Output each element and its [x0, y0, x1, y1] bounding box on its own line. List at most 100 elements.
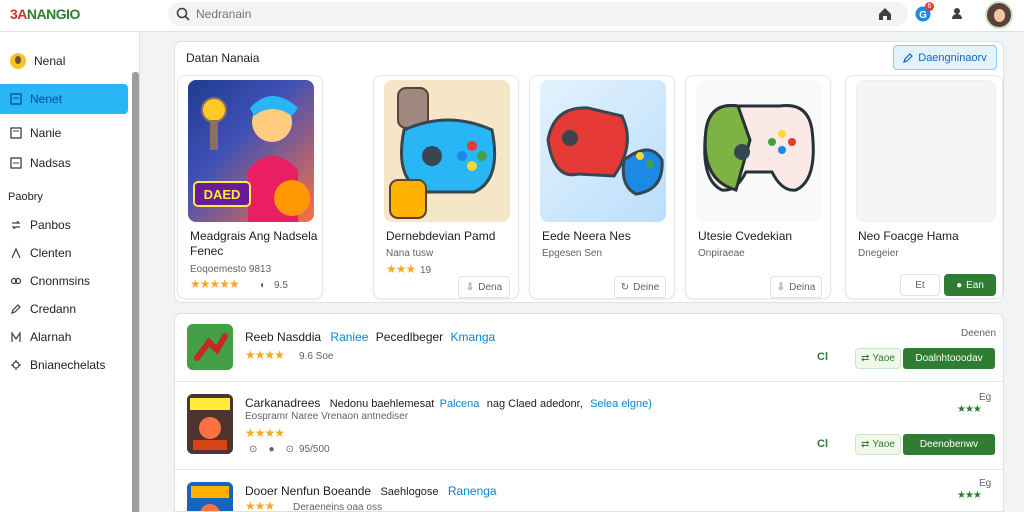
rating-stars: ★★★★★: [190, 277, 240, 291]
game-name: Meadgrais Ang Nadsela Fenec: [190, 229, 318, 258]
sidebar-item-label: Nadsas: [30, 156, 71, 170]
row-title: Dooer Nenfun Boeande Saehlogose Ranenga: [245, 484, 497, 498]
sidebar-section-title: Paobry: [8, 191, 43, 203]
sidebar-item-cnonmsins[interactable]: Cnonmsins: [0, 266, 128, 296]
row-stats: 9.6 Soe: [299, 351, 334, 362]
scrollbar-thumb[interactable]: [132, 72, 139, 512]
card-action-button[interactable]: ⇩ Dena: [458, 276, 510, 298]
game-card[interactable]: DAED Meadgrais Ang Nadsela Fenec Eoqoeme…: [177, 75, 323, 299]
search-icon: [176, 7, 190, 21]
list-item[interactable]: Carkanadrees Nedonu baehlemesat Palcena …: [175, 382, 1003, 470]
game-name: Utesie Cvedekian: [698, 229, 793, 243]
review-count: 19: [420, 265, 432, 276]
row-install-button[interactable]: Doalnhtooodav: [903, 348, 995, 369]
row-badge: Cl: [817, 351, 828, 363]
globe-icon: ◐: [260, 280, 267, 291]
gamepad-art-image: [546, 106, 664, 196]
card-secondary-button[interactable]: Et: [900, 274, 940, 296]
row-title: Reeb Nasddia Raniee Pecedlbeger Kmanga: [245, 330, 495, 344]
game-art-controller-green: [696, 80, 822, 222]
row-tag2[interactable]: Kmanga: [451, 330, 496, 344]
game-art-controller-red: [540, 80, 666, 222]
game-name: Dernebdevian Pamd: [386, 229, 496, 243]
row-right-stars: ★★★: [957, 490, 982, 501]
card-action-button[interactable]: ↻ Deine: [614, 276, 666, 298]
sidebar: Nenal Nenet Nanie Nadsas Paobry Panbos C…: [0, 32, 140, 512]
game-card[interactable]: Eede Neera Nes Epgesen Sen ↻ Deine: [529, 75, 675, 299]
game-meta: Eoqoemesto 9813: [190, 264, 272, 275]
home-icon[interactable]: [876, 5, 894, 23]
svg-text:DAED: DAED: [204, 187, 241, 202]
share-icon: ⇄: [860, 353, 870, 364]
game-name: Eede Neera Nes: [542, 229, 631, 243]
row-tag[interactable]: Raniee: [330, 330, 368, 344]
row-title-text: Dooer Nenfun Boeande: [245, 484, 372, 498]
row-tag2[interactable]: Palcena: [440, 398, 480, 410]
featured-panel: Datan Nanaia Daengninaorv DAED Meadgrais…: [174, 41, 1004, 303]
featured-action-button[interactable]: Daengninaorv: [893, 45, 997, 70]
sidebar-item-label: Bnianechelats: [30, 358, 106, 372]
sidebar-user[interactable]: Nenal: [0, 46, 128, 76]
sidebar-item-nanie[interactable]: Nanie: [0, 118, 128, 148]
row-title-text: Reeb Nasddia: [245, 330, 322, 344]
game-meta: Nana tusw: [386, 248, 434, 259]
list-item[interactable]: Dooer Nenfun Boeande Saehlogose Ranenga …: [175, 470, 1003, 512]
sidebar-item-nenet[interactable]: Nenet: [0, 84, 128, 114]
row-middle: Saehlogose: [380, 486, 439, 498]
card-action-button[interactable]: ⇩ Deina: [770, 276, 822, 298]
card-primary-label: Ean: [966, 279, 984, 291]
game-meta: Onpiraeae: [698, 248, 745, 259]
triangle-icon: [11, 247, 21, 259]
app-logo[interactable]: 3ANANGIO: [10, 6, 80, 22]
game-card[interactable]: Dernebdevian Pamd Nana tusw ★★★ 19 ⇩ Den…: [373, 75, 519, 299]
search-input[interactable]: [196, 5, 796, 23]
sidebar-item-nadsas[interactable]: Nadsas: [0, 148, 128, 178]
rating-stars: ★★★★: [245, 426, 285, 440]
sidebar-item-clenten[interactable]: Clenten: [0, 238, 128, 268]
sidebar-item-label: Credann: [30, 302, 77, 316]
sidebar-item-credann[interactable]: Credann: [0, 294, 128, 324]
row-right-stars: ★★★: [957, 404, 982, 415]
list-item[interactable]: Reeb Nasddia Raniee Pecedlbeger Kmanga ★…: [175, 314, 1003, 382]
card-primary-button[interactable]: ● Ean: [944, 274, 996, 296]
game-art-placeholder: [856, 80, 996, 222]
square-icon: [10, 93, 22, 105]
sidebar-item-alarnah[interactable]: Alarnah: [0, 322, 128, 352]
box-icon: [10, 157, 22, 169]
chart-icon: [11, 331, 21, 342]
row-small-button[interactable]: ⇄ Yaoe: [855, 434, 901, 455]
user-avatar[interactable]: [985, 1, 1013, 29]
top-bar: 3ANANGIO G 6: [0, 0, 1024, 32]
sidebar-user-name: Nenal: [34, 54, 66, 68]
svg-text:G: G: [919, 10, 927, 21]
sidebar-item-label: Cnonmsins: [30, 274, 91, 288]
search-bar[interactable]: [168, 2, 908, 26]
row-right-label: Eg: [979, 392, 992, 403]
user-avatar-small-icon: [10, 53, 26, 69]
row-title: Carkanadrees Nedonu baehlemesat Palcena …: [245, 396, 652, 410]
game-card[interactable]: Neo Foacge Hama Dnegeier Et ● Ean: [845, 75, 1003, 299]
sidebar-scrollbar[interactable]: [132, 72, 139, 512]
gamepad-art-image: [389, 87, 497, 219]
row-subtitle: Deraeneins oaa oss: [293, 502, 382, 512]
row-extra: nag Claed adedonr,: [486, 398, 583, 410]
game-name: Neo Foacge Hama: [858, 229, 959, 243]
featured-button-label: Daengninaorv: [918, 51, 987, 64]
notifications-icon[interactable]: G 6: [914, 2, 934, 23]
card-action-label: Deina: [789, 281, 816, 293]
game-thumb-image: [187, 324, 233, 370]
account-circle-icon[interactable]: [948, 5, 966, 23]
notification-count: 6: [925, 2, 934, 11]
share-icon: ⇄: [860, 439, 870, 450]
sidebar-item-label: Panbos: [30, 218, 71, 232]
sidebar-item-panbos[interactable]: Panbos: [0, 210, 128, 240]
row-tag3[interactable]: Selea elgne): [590, 398, 652, 410]
row-install-button[interactable]: Deenobenwv: [903, 434, 995, 455]
game-card[interactable]: Utesie Cvedekian Onpiraeae ⇩ Deina: [685, 75, 831, 299]
logo-prefix: 3A: [10, 6, 27, 22]
adventure-hero-image: DAED: [193, 96, 310, 222]
avatar-face: [994, 9, 1005, 22]
row-tag2[interactable]: Ranenga: [448, 484, 497, 498]
row-small-button[interactable]: ⇄ Yaoe: [855, 348, 901, 369]
sidebar-item-bnianechelats[interactable]: Bnianechelats: [0, 350, 128, 380]
